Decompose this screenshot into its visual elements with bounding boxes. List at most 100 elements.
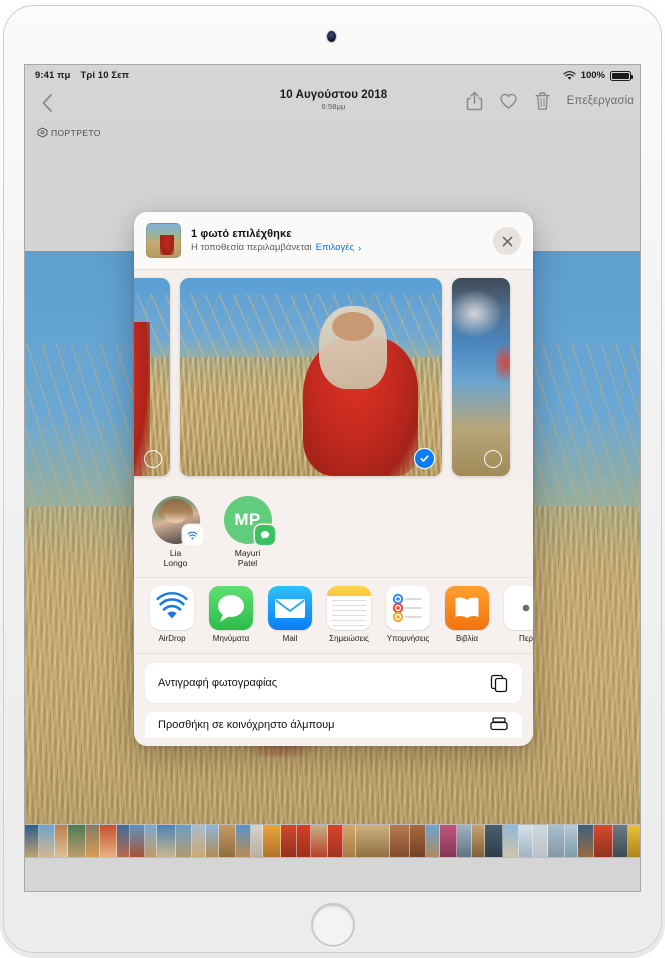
filmstrip-thumb[interactable] — [130, 825, 145, 857]
filmstrip-thumb[interactable] — [219, 825, 236, 857]
options-chevron-icon[interactable]: › — [358, 243, 361, 253]
filmstrip-thumb[interactable] — [548, 825, 565, 857]
share-icon[interactable] — [465, 90, 484, 112]
app-airdrop[interactable]: AirDrop — [150, 586, 194, 653]
more-icon — [504, 586, 533, 630]
trash-icon[interactable] — [533, 90, 552, 112]
options-link[interactable]: Επιλογές — [316, 242, 354, 253]
filmstrip-thumb[interactable] — [343, 825, 356, 857]
app-messages[interactable]: Μηνύματα — [209, 586, 253, 653]
ipad-device-frame: 9:41 πμ Τρί 10 Σεπ 100% 10 Αυγούστου 201… — [0, 0, 665, 958]
filmstrip-thumb[interactable] — [613, 825, 628, 857]
app-label: Mail — [282, 634, 298, 643]
share-apps-row: AirDrop Μηνύματα Mail Σημειώσεις Υπομνήσ… — [134, 578, 533, 654]
portrait-badge-label: ΠΟΡΤΡΕΤΟ — [51, 127, 101, 138]
notes-icon — [327, 586, 371, 630]
filmstrip-thumb[interactable] — [297, 825, 311, 857]
share-title: 1 φωτό επιλέχθηκε — [191, 227, 292, 240]
heart-icon[interactable] — [499, 90, 518, 112]
photo-select-circle[interactable] — [144, 450, 162, 468]
contact-mayuri-patel[interactable]: MP Mayuri Patel — [220, 496, 275, 569]
filmstrip-thumb[interactable] — [25, 825, 39, 857]
filmstrip-thumb[interactable] — [157, 825, 176, 857]
photo-select-circle[interactable] — [484, 450, 502, 468]
app-label: Μηνύματα — [212, 634, 250, 643]
portrait-badge: ΠΟΡΤΡΕΤΟ — [37, 127, 101, 138]
filmstrip-thumb[interactable] — [263, 825, 281, 857]
battery-icon — [610, 70, 633, 81]
filmstrip-thumb[interactable] — [192, 825, 206, 857]
app-label: Περ — [519, 634, 533, 643]
filmstrip-thumb[interactable] — [457, 825, 472, 857]
selected-photo-thumbnail — [146, 223, 181, 258]
airdrop-icon — [150, 586, 194, 630]
contact-name-line2: Patel — [237, 558, 258, 569]
filmstrip-thumb[interactable] — [485, 825, 503, 857]
ipad-screen: 9:41 πμ Τρί 10 Σεπ 100% 10 Αυγούστου 201… — [24, 64, 641, 892]
action-copy-photo[interactable]: Αντιγραφή φωτογραφίας — [145, 663, 522, 703]
app-mail[interactable]: Mail — [268, 586, 312, 653]
photo-selected-checkmark[interactable] — [415, 449, 434, 468]
filmstrip-thumb[interactable] — [356, 825, 390, 857]
filmstrip-thumb[interactable] — [86, 825, 100, 857]
portrait-cube-icon — [37, 127, 48, 138]
home-button[interactable] — [311, 903, 355, 947]
app-label: AirDrop — [158, 634, 186, 643]
contact-name-line1: Lia — [169, 548, 182, 558]
filmstrip-thumb[interactable] — [426, 825, 440, 857]
filmstrip-thumb[interactable] — [519, 825, 533, 857]
copy-icon — [490, 674, 508, 693]
filmstrip-thumb[interactable] — [565, 825, 578, 857]
app-label: Υπομνήσεις — [386, 634, 430, 643]
app-books[interactable]: Βιβλία — [445, 586, 489, 653]
battery-percent: 100% — [580, 70, 605, 81]
filmstrip-thumb[interactable] — [594, 825, 613, 857]
filmstrip-thumb[interactable] — [472, 825, 485, 857]
app-reminders[interactable]: Υπομνήσεις — [386, 586, 430, 653]
status-time: 9:41 πμ — [35, 70, 71, 81]
messages-icon — [209, 586, 253, 630]
close-button[interactable] — [493, 227, 521, 255]
filmstrip-thumb[interactable] — [533, 825, 548, 857]
app-more[interactable]: Περ — [504, 586, 533, 653]
photo-previous[interactable] — [134, 278, 170, 476]
filmstrip-thumb[interactable] — [68, 825, 86, 857]
filmstrip-thumb[interactable] — [55, 825, 68, 857]
photo-filmstrip[interactable] — [25, 824, 640, 858]
filmstrip-thumb[interactable] — [628, 825, 640, 857]
filmstrip-thumb[interactable] — [117, 825, 130, 857]
filmstrip-thumb[interactable] — [410, 825, 426, 857]
filmstrip-thumb[interactable] — [281, 825, 297, 857]
status-bar: 9:41 πμ Τρί 10 Σεπ 100% — [25, 65, 640, 86]
share-header-text: 1 φωτό επιλέχθηκε Η τοποθεσία περιλαμβάν… — [191, 228, 361, 254]
photo-carousel[interactable] — [134, 270, 533, 484]
filmstrip-thumb[interactable] — [100, 825, 117, 857]
filmstrip-thumb[interactable] — [440, 825, 457, 857]
app-notes[interactable]: Σημειώσεις — [327, 586, 371, 653]
filmstrip-thumb[interactable] — [236, 825, 251, 857]
filmstrip-thumb[interactable] — [311, 825, 328, 857]
filmstrip-thumb[interactable] — [328, 825, 343, 857]
filmstrip-thumb[interactable] — [251, 825, 263, 857]
photo-current[interactable] — [180, 278, 442, 476]
filmstrip-thumb[interactable] — [578, 825, 594, 857]
filmstrip-thumb[interactable] — [145, 825, 157, 857]
status-date: Τρί 10 Σεπ — [80, 70, 130, 81]
filmstrip-thumb[interactable] — [390, 825, 410, 857]
front-camera — [327, 31, 336, 42]
reminders-icon — [386, 586, 430, 630]
contact-lia-longo[interactable]: Lia Longo — [148, 496, 203, 569]
filmstrip-thumb[interactable] — [206, 825, 219, 857]
back-chevron-icon[interactable] — [36, 90, 58, 116]
app-label: Σημειώσεις — [329, 634, 369, 643]
filmstrip-thumb[interactable] — [503, 825, 519, 857]
contact-name-line1: Mayuri — [234, 548, 261, 558]
edit-button[interactable]: Επεξεργασία — [567, 95, 634, 107]
photo-next[interactable] — [452, 278, 510, 476]
shared-album-icon — [490, 717, 508, 731]
checkmark-icon — [420, 455, 429, 462]
filmstrip-footer — [25, 858, 640, 891]
action-add-to-shared-album[interactable]: Προσθήκη σε κοινόχρηστο άλμπουμ — [145, 712, 522, 738]
filmstrip-thumb[interactable] — [39, 825, 55, 857]
filmstrip-thumb[interactable] — [176, 825, 192, 857]
